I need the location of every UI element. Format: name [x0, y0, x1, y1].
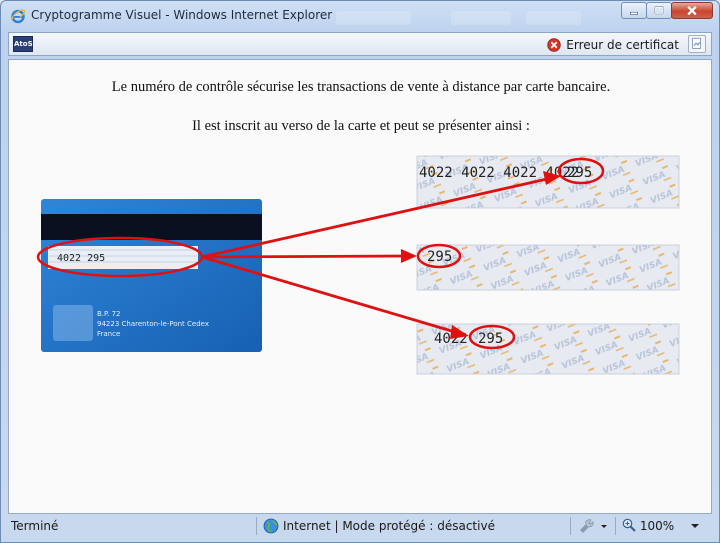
card-address-line: France: [97, 330, 120, 338]
background-tab: [451, 11, 511, 25]
title-bar: Cryptogramme Visuel - Windows Internet E…: [1, 1, 719, 32]
maximize-icon: [653, 5, 665, 15]
page-menu-button[interactable]: [688, 35, 706, 53]
status-divider: [570, 517, 571, 535]
certificate-error-label: Erreur de certificat: [566, 37, 679, 52]
card-back-image: 4022 295 B.P. 72 94223 Charenton-le-Pont…: [36, 199, 262, 352]
site-logo: AtoS: [13, 36, 33, 52]
window-title: Cryptogramme Visuel - Windows Internet E…: [31, 8, 333, 22]
status-divider: [615, 517, 616, 535]
close-icon: [687, 6, 697, 16]
globe-icon: [263, 517, 279, 535]
browser-window: Cryptogramme Visuel - Windows Internet E…: [0, 0, 720, 543]
popup-blocker-button[interactable]: [578, 517, 610, 535]
status-text: Terminé: [11, 519, 59, 533]
cvv-illustration: VISA 4022 295 B.P. 72 94223 Charenton-: [36, 155, 680, 375]
tools-icon: [580, 519, 607, 533]
zoom-button[interactable]: 100%: [622, 517, 702, 535]
example-code: 295: [478, 331, 503, 347]
example-strip-2: 295: [416, 243, 680, 291]
minimize-icon: [630, 11, 638, 15]
close-button[interactable]: [671, 2, 713, 19]
example-code: 295: [567, 165, 592, 181]
zoom-level: 100%: [639, 519, 675, 533]
card-hologram: [53, 305, 93, 341]
chevron-down-icon: [690, 524, 699, 528]
page-content: Le numéro de contrôle sécurise les trans…: [8, 59, 712, 514]
certificate-error-button[interactable]: Erreur de certificat: [547, 36, 679, 53]
internet-explorer-icon: [10, 9, 26, 24]
zoom-icon: [622, 518, 636, 532]
window-controls: [621, 2, 713, 21]
example-code: 295: [427, 249, 452, 265]
arrow-head: [401, 249, 417, 263]
card-address-line: B.P. 72: [97, 310, 121, 318]
error-icon: [547, 37, 561, 52]
maximize-button[interactable]: [646, 2, 672, 19]
page-icon: [692, 37, 701, 49]
status-divider: [256, 517, 257, 535]
card-address-line: 94223 Charenton-le-Pont Cedex: [97, 320, 209, 328]
magnetic-stripe: [41, 214, 262, 240]
command-bar: AtoS Erreur de certificat: [8, 32, 712, 56]
status-bar: Terminé Internet | Mode protégé : désact…: [8, 514, 712, 538]
background-tab: [526, 11, 581, 25]
security-zone-text: Internet | Mode protégé : désactivé: [283, 519, 495, 533]
minimize-button[interactable]: [621, 2, 647, 19]
card-signature-number: 4022 295: [57, 253, 105, 264]
background-tab: [336, 11, 411, 25]
